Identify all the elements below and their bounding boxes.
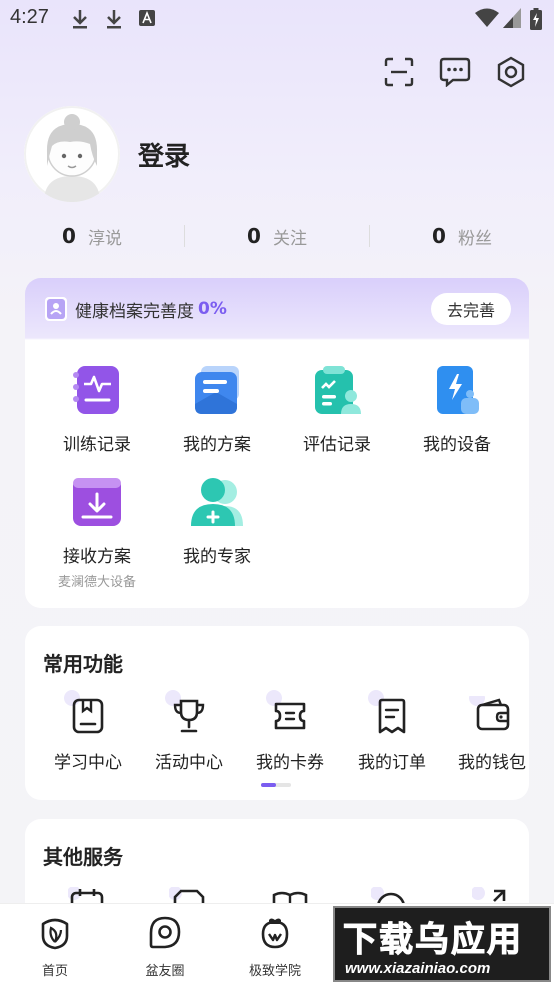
stat-posts[interactable]: 0 淳说 <box>0 218 184 254</box>
icon-wrap <box>64 690 108 736</box>
app-notification-icon <box>139 10 155 26</box>
grid-label: 我的方案 <box>183 435 251 455</box>
status-bar: 4:27 <box>0 0 554 38</box>
academy-icon <box>261 918 289 949</box>
watermark-logo: 下载乌应用 www.xiazainiao.com <box>333 906 551 982</box>
func-item-my-orders[interactable]: 我的订单 <box>347 690 437 773</box>
receive-plan-icon <box>73 478 121 526</box>
stat-label: 粉丝 <box>457 228 492 249</box>
circle-icon <box>149 916 181 949</box>
home-leaf-icon <box>41 918 69 950</box>
tab-academy[interactable]: 极致学院 <box>220 904 330 984</box>
watermark-url: www.xiazainiao.com <box>345 960 491 977</box>
stat-followers[interactable]: 0 粉丝 <box>370 218 554 254</box>
grid-label: 接收方案 <box>63 547 131 567</box>
training-record-icon <box>73 366 119 414</box>
func-item-my-wallet[interactable]: 我的钱包 <box>448 696 529 773</box>
scan-icon <box>384 57 414 87</box>
default-avatar-icon <box>24 106 120 202</box>
func-label: 我的卡券 <box>256 753 324 773</box>
grid-item-assessment-record[interactable]: 评估记录 <box>277 364 397 455</box>
download-icon <box>73 10 87 29</box>
icon-wrap <box>469 696 513 736</box>
grid-item-my-expert[interactable]: 我的专家 <box>157 476 277 567</box>
grid-item-receive-plan[interactable]: 接收方案 麦澜德大设备 <box>37 476 157 590</box>
status-time: 4:27 <box>10 6 49 28</box>
health-file-icon <box>45 297 67 321</box>
stat-label: 淳说 <box>87 228 122 249</box>
settings-icon <box>497 56 525 88</box>
func-item-learning-center[interactable]: 学习中心 <box>43 690 133 773</box>
common-functions-card: 常用功能 学习中心 活动中心 我的卡券 我的订单 我的钱包 <box>25 626 529 800</box>
grid-label: 评估记录 <box>303 435 371 455</box>
func-label: 活动中心 <box>155 753 223 773</box>
coupon-icon <box>274 702 306 730</box>
stats-row: 0 淳说 0 关注 0 粉丝 <box>0 218 554 254</box>
top-actions <box>382 55 528 89</box>
avatar[interactable] <box>24 106 120 202</box>
stat-following[interactable]: 0 关注 <box>185 218 369 254</box>
battery-icon <box>530 8 542 30</box>
download-icon <box>107 10 121 29</box>
page-indicator <box>261 783 291 787</box>
health-grid: 训练记录 我的方案 评估记录 我的设备 接收方案 麦澜德大设备 我的专家 <box>25 340 529 608</box>
my-device-icon <box>437 366 479 414</box>
tab-label: 盆友圈 <box>145 964 185 979</box>
improve-profile-button[interactable]: 去完善 <box>431 293 511 325</box>
grid-item-my-device[interactable]: 我的设备 <box>397 364 517 455</box>
func-label: 我的钱包 <box>458 753 526 773</box>
tab-label: 极致学院 <box>248 964 301 979</box>
icon-wrap <box>266 690 310 736</box>
watermark-title: 下载乌应用 <box>343 920 523 961</box>
grid-sublabel: 麦澜德大设备 <box>57 575 136 590</box>
grid-label: 我的专家 <box>183 547 251 567</box>
func-label: 我的订单 <box>358 753 426 773</box>
book-icon <box>72 698 104 734</box>
wallet-icon <box>476 698 510 731</box>
icon-wrap <box>165 690 209 736</box>
my-plan-icon <box>195 366 239 414</box>
profile-header[interactable]: 登录 <box>24 106 190 202</box>
message-button[interactable] <box>438 55 472 89</box>
health-percent: 0% <box>198 299 227 319</box>
stat-count: 0 <box>247 224 261 248</box>
trophy-icon <box>173 699 205 733</box>
login-label[interactable]: 登录 <box>138 136 190 173</box>
assessment-record-icon <box>315 366 361 414</box>
tab-label: 首页 <box>41 964 68 979</box>
func-label: 学习中心 <box>54 753 122 773</box>
message-icon <box>439 57 471 87</box>
section-title: 常用功能 <box>43 652 123 676</box>
section-title: 其他服务 <box>43 845 123 869</box>
grid-label: 训练记录 <box>63 435 131 455</box>
health-profile-card: 健康档案完善度 0% 去完善 训练记录 我的方案 评估记录 我的设备 接收方案 … <box>25 278 529 608</box>
grid-item-my-plan[interactable]: 我的方案 <box>157 364 277 455</box>
tab-friends-circle[interactable]: 盆友圈 <box>110 904 220 984</box>
tab-home[interactable]: 首页 <box>0 904 110 984</box>
func-item-my-coupons[interactable]: 我的卡券 <box>245 690 335 773</box>
grid-label: 我的设备 <box>423 435 491 455</box>
stat-label: 关注 <box>272 228 307 249</box>
my-expert-icon <box>191 478 243 526</box>
signal-icon <box>503 8 521 28</box>
settings-button[interactable] <box>494 55 528 89</box>
health-title: 健康档案完善度 <box>75 301 194 322</box>
func-item-activity-center[interactable]: 活动中心 <box>144 690 234 773</box>
receipt-icon <box>378 698 406 734</box>
grid-item-training-record[interactable]: 训练记录 <box>37 364 157 455</box>
wifi-icon <box>475 8 499 27</box>
health-header: 健康档案完善度 0% 去完善 <box>25 278 529 340</box>
stat-count: 0 <box>62 224 76 248</box>
page-indicator-active <box>261 783 276 787</box>
stat-count: 0 <box>432 224 446 248</box>
icon-wrap <box>368 690 412 736</box>
scan-button[interactable] <box>382 55 416 89</box>
